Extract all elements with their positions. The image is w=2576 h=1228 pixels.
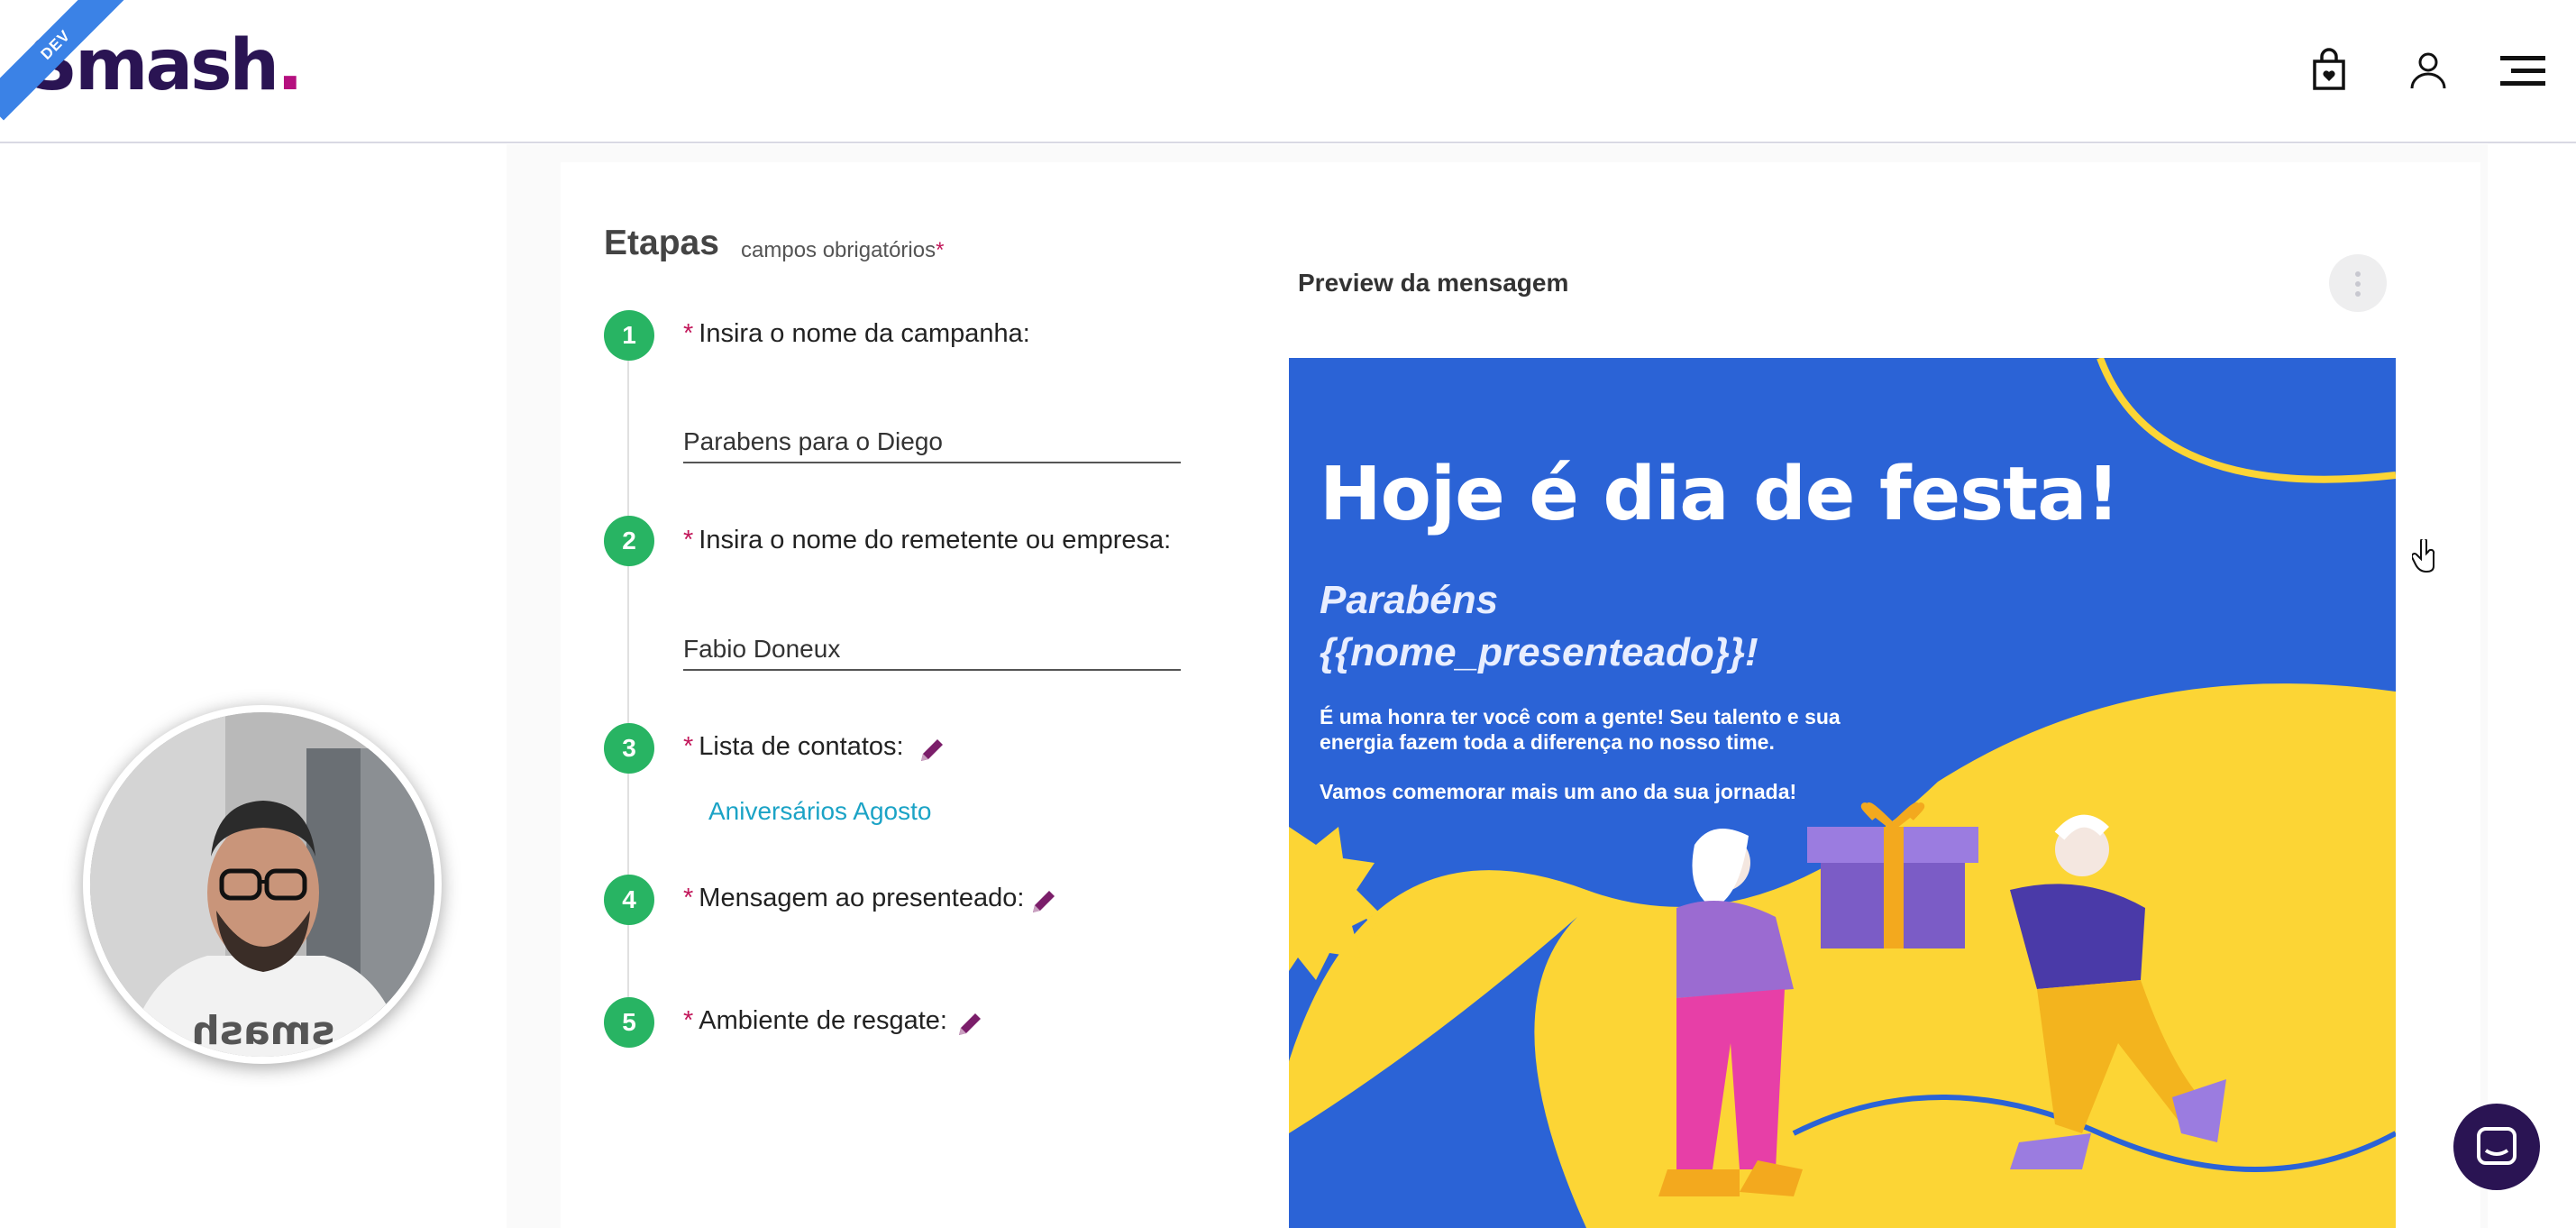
step-number-5: 5: [604, 997, 654, 1048]
more-vertical-icon: [2355, 271, 2361, 297]
message-preview-image: Hoje é dia de festa! Parabéns {{nome_pres…: [1289, 358, 2396, 1228]
top-header: Smash. DEV: [0, 0, 2576, 143]
steps-timeline: [627, 343, 629, 1046]
step-label-contact-list: * Lista de contatos:: [683, 732, 904, 761]
contact-list-link[interactable]: Aniversários Agosto: [708, 797, 931, 826]
sender-name-input[interactable]: Fabio Doneux: [683, 631, 1181, 671]
edit-contact-list-icon[interactable]: [916, 734, 948, 766]
svg-text:smash: smash: [191, 1008, 334, 1054]
shopping-bag-icon[interactable]: [2306, 47, 2352, 94]
step-number-4: 4: [604, 875, 654, 925]
preview-closing-text: Vamos comemorar mais um ano da sua jorna…: [1320, 780, 1797, 803]
webcam-overlay[interactable]: smash: [83, 705, 442, 1064]
preview-greeting: Parabéns {{nome_presenteado}}!: [1320, 578, 1758, 674]
menu-icon[interactable]: [2498, 47, 2549, 94]
step-number-1: 1: [604, 310, 654, 361]
preview-headline: Hoje é dia de festa!: [1320, 452, 2120, 537]
preview-title: Preview da mensagem: [1298, 269, 1569, 297]
required-note: campos obrigatórios*: [741, 238, 945, 262]
step-label-sender-name: * Insira o nome do remetente ou empresa:: [683, 526, 1172, 554]
steps-title: Etapas: [604, 224, 719, 262]
gift-box: [1807, 802, 1978, 948]
hand-cursor-icon: [2412, 539, 2435, 573]
preview-body-text: É uma honra ter você com a gente! Seu ta…: [1320, 705, 1841, 754]
edit-redemption-icon[interactable]: [954, 1008, 986, 1040]
user-icon[interactable]: [2405, 47, 2452, 94]
presenter-video: smash: [90, 712, 434, 1057]
step-number-2: 2: [604, 516, 654, 566]
edit-message-icon[interactable]: [1028, 885, 1060, 918]
step-number-3: 3: [604, 723, 654, 774]
step-label-campaign-name: * Insira o nome da campanha:: [683, 319, 1030, 348]
step-label-recipient-message: * Mensagem ao presenteado:: [683, 884, 1025, 912]
campaign-name-input[interactable]: Parabens para o Diego: [683, 424, 1181, 463]
chat-icon: [2477, 1127, 2517, 1165]
step-label-redemption-environment: * Ambiente de resgate:: [683, 1006, 947, 1035]
chat-support-button[interactable]: [2453, 1104, 2540, 1190]
